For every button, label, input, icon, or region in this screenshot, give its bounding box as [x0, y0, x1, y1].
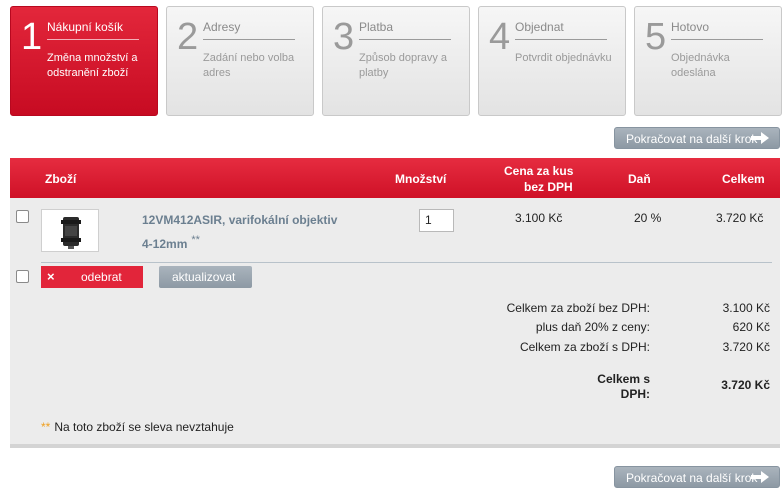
step-addresses[interactable]: 2 Adresy Zadání nebo volba adres: [166, 6, 314, 116]
quantity-input[interactable]: 1: [419, 209, 454, 232]
step-divider: [515, 39, 607, 40]
step-description: Změna množství a odstranění zboží: [47, 52, 138, 79]
select-all-checkbox[interactable]: [16, 270, 29, 283]
update-label: aktualizovat: [172, 270, 236, 284]
header-unit-price-line1: Cena za kus: [504, 164, 574, 178]
remove-button[interactable]: × odebrat: [41, 266, 143, 288]
row-select-checkbox[interactable]: [16, 210, 29, 223]
step-title: Hotovo: [671, 20, 710, 34]
product-name-link[interactable]: 12VM412ASIR, varifokální objektiv 4-12mm…: [142, 210, 352, 254]
step-payment[interactable]: 3 Platba Způsob dopravy a platby: [322, 6, 470, 116]
step-description: Způsob dopravy a platby: [359, 52, 448, 79]
step-title: Nákupní košík: [47, 20, 124, 34]
unit-price: 3.100 Kč: [515, 211, 563, 225]
step-number: 5: [645, 16, 667, 58]
product-thumbnail[interactable]: [41, 209, 99, 252]
step-divider: [671, 39, 763, 40]
header-product: Zboží: [45, 172, 77, 186]
continue-label: Pokračovat na další krok: [626, 132, 758, 146]
cart-panel: Zboží Množství Cena za kus bez DPH Daň C…: [10, 158, 780, 448]
step-done[interactable]: 5 Hotovo Objednávka odeslána: [634, 6, 782, 116]
total-with-tax-label: Celkem za zboží s DPH:: [519, 340, 650, 354]
step-divider: [47, 39, 139, 40]
grand-total-label: Celkem s DPH:: [597, 372, 650, 401]
step-number: 2: [177, 16, 199, 58]
header-tax: Daň: [628, 172, 651, 186]
tax-value: 620 Kč: [732, 320, 770, 334]
product-name-line2: 4-12mm: [142, 237, 188, 251]
header-total: Celkem: [722, 172, 765, 186]
note-marker: **: [41, 420, 51, 434]
subtotal-value: 3.100 Kč: [722, 301, 770, 315]
step-divider: [359, 39, 451, 40]
note-text: Na toto zboží se sleva nevztahuje: [54, 420, 234, 434]
arrow-right-icon: [751, 471, 769, 483]
step-number: 4: [489, 16, 511, 58]
header-quantity: Množství: [395, 172, 447, 186]
continue-button-bottom[interactable]: Pokračovat na další krok: [614, 466, 780, 488]
header-unit-price-line2: bez DPH: [524, 180, 573, 194]
update-button[interactable]: aktualizovat: [159, 266, 252, 288]
step-title: Objednat: [515, 20, 564, 34]
row-total: 3.720 Kč: [716, 211, 764, 225]
step-description: Objednávka odeslána: [671, 52, 730, 79]
lens-image-icon: [61, 217, 81, 249]
step-divider: [203, 39, 295, 40]
tax-label: plus daň 20% z ceny:: [535, 320, 650, 334]
product-note-marker: **: [191, 234, 200, 246]
close-icon: ×: [47, 269, 55, 284]
step-title: Adresy: [203, 20, 241, 34]
discount-note: ** Na toto zboží se sleva nevztahuje: [41, 420, 234, 434]
step-description: Zadání nebo volba adres: [203, 52, 295, 79]
cart-table-header: Zboží Množství Cena za kus bez DPH Daň C…: [10, 158, 780, 198]
step-title: Platba: [359, 20, 394, 34]
total-with-tax-value: 3.720 Kč: [722, 340, 770, 354]
step-description: Potvrdit objednávku: [515, 52, 612, 64]
product-name-line1: 12VM412ASIR, varifokální objektiv: [142, 213, 338, 227]
row-separator: [41, 262, 772, 263]
continue-button-top[interactable]: Pokračovat na další krok: [614, 127, 780, 149]
step-number: 3: [333, 16, 355, 58]
arrow-right-icon: [751, 132, 769, 144]
step-cart[interactable]: 1 Nákupní košík Změna množství a odstran…: [10, 6, 158, 116]
remove-label: odebrat: [81, 270, 122, 284]
continue-label: Pokračovat na další krok: [626, 471, 758, 485]
step-order[interactable]: 4 Objednat Potvrdit objednávku: [478, 6, 626, 116]
step-number: 1: [21, 16, 43, 58]
subtotal-label: Celkem za zboží bez DPH:: [506, 301, 650, 315]
grand-total-value: 3.720 Kč: [721, 378, 770, 392]
tax-rate: 20 %: [634, 211, 662, 225]
